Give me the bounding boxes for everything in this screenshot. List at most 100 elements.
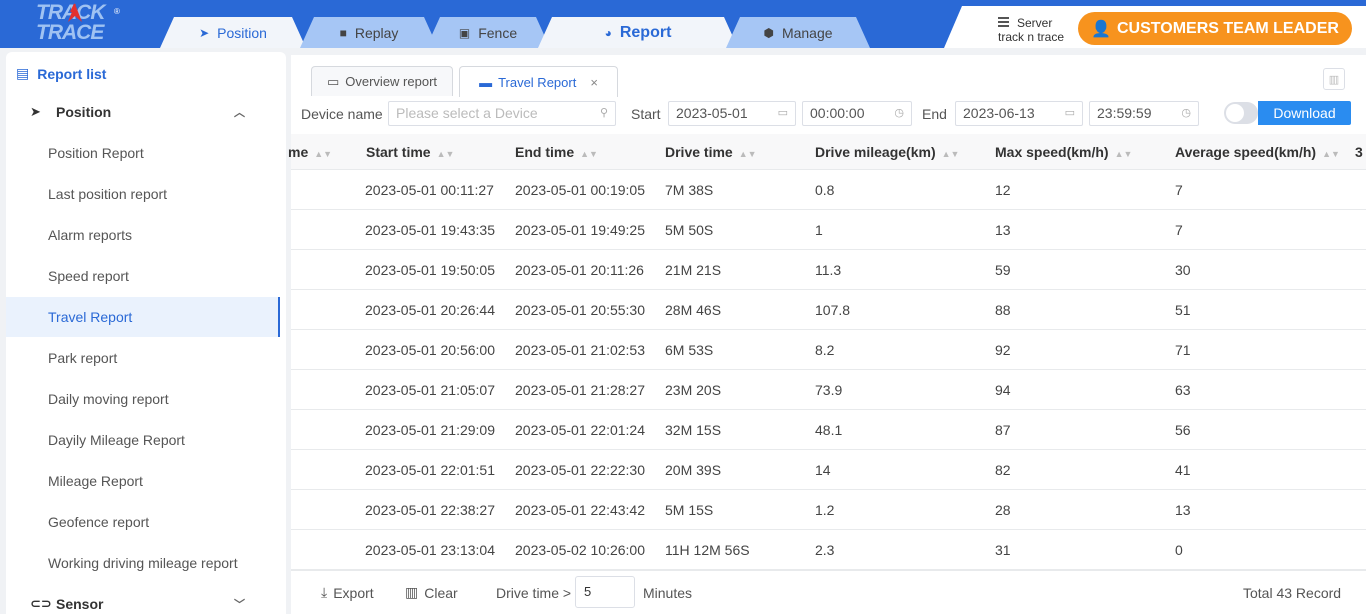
cell-average-speed: 13 <box>1175 502 1191 518</box>
table-row[interactable]: 2023-05-01 20:26:44 2023-05-01 20:55:30 28… <box>291 290 1366 330</box>
fence-icon: ▣ <box>458 25 471 40</box>
cell-start-time: 2023-05-01 21:29:09 <box>365 422 495 438</box>
cell-end-time: 2023-05-01 22:22:30 <box>515 462 645 478</box>
sidebar-item-daily-mileage-report[interactable]: Dayily Mileage Report <box>6 420 280 460</box>
tab-report[interactable]: ◕ Report <box>538 17 738 48</box>
calendar-icon: ▭ <box>777 107 788 119</box>
auto-toggle-switch[interactable] <box>1224 102 1258 124</box>
table-row[interactable]: 2023-05-01 00:11:27 2023-05-01 00:19:05 7M… <box>291 170 1366 210</box>
sidebar-item-alarm-reports[interactable]: Alarm reports <box>6 215 280 255</box>
sort-icon: ▲▼ <box>580 149 598 159</box>
sidebar-item-park-report[interactable]: Park report <box>6 338 280 378</box>
tab-manage-label: Manage <box>781 24 833 41</box>
column-header-average-speed[interactable]: Average speed(km/h) ▲▼ <box>1175 134 1340 170</box>
sidebar-item-position-report[interactable]: Position Report <box>6 133 280 173</box>
close-icon[interactable]: × <box>590 75 598 90</box>
table-header: me ▲▼ Start time ▲▼ End time ▲▼ Drive time ▲… <box>288 134 1366 170</box>
export-button-label: Export <box>333 584 374 601</box>
chevron-down-icon: ﹀ <box>234 599 245 611</box>
top-header: TRACK TRACE ® ➤ Position ■ Replay ▣ Fenc… <box>0 0 1366 48</box>
sidebar-item-speed-report[interactable]: Speed report <box>6 256 280 296</box>
end-time-input[interactable]: 23:59:59 ◷ <box>1089 101 1199 126</box>
end-date-input[interactable]: 2023-06-13 ▭ <box>955 101 1083 126</box>
table-row[interactable]: 2023-05-01 20:56:00 2023-05-01 21:02:53 6M… <box>291 330 1366 370</box>
cell-start-time: 2023-05-01 23:13:04 <box>365 542 495 558</box>
sidebar-item-daily-moving-report[interactable]: Daily moving report <box>6 379 280 419</box>
column-header-drive-time[interactable]: Drive time ▲▼ <box>665 134 757 170</box>
cell-max-speed: 12 <box>995 182 1011 198</box>
sidebar-item-last-position-report[interactable]: Last position report <box>6 174 280 214</box>
end-time-value: 23:59:59 <box>1097 105 1152 121</box>
column-header-name[interactable]: me ▲▼ <box>288 134 332 170</box>
download-icon: ⤓ <box>321 584 328 600</box>
start-time-value: 00:00:00 <box>810 105 865 121</box>
table-row[interactable]: 2023-05-01 22:01:51 2023-05-01 22:22:30 20… <box>291 450 1366 490</box>
list-icon: ▤ <box>16 65 30 81</box>
cell-end-time: 2023-05-02 10:26:00 <box>515 542 645 558</box>
sort-icon: ▲▼ <box>436 149 455 159</box>
sidebar-item-travel-report[interactable]: Travel Report <box>6 297 280 337</box>
cell-average-speed: 71 <box>1175 342 1191 358</box>
tab-position[interactable]: ➤ Position <box>160 17 306 48</box>
cell-end-time: 2023-05-01 22:43:42 <box>515 502 645 518</box>
calendar-icon: ▭ <box>1064 107 1075 119</box>
cell-end-time: 2023-05-01 20:11:26 <box>515 262 644 278</box>
column-header-drive-mileage[interactable]: Drive mileage(km) ▲▼ <box>815 134 959 170</box>
table-row[interactable]: 2023-05-01 23:13:04 2023-05-02 10:26:00 11… <box>291 530 1366 570</box>
clear-button[interactable]: ▥ Clear <box>405 584 458 601</box>
device-select-input[interactable]: Please select a Device ⚲ <box>388 101 616 126</box>
start-time-input[interactable]: 00:00:00 ◷ <box>802 101 912 126</box>
cell-max-speed: 88 <box>995 302 1011 318</box>
cell-average-speed: 7 <box>1175 182 1183 198</box>
end-date-value: 2023-06-13 <box>963 105 1035 121</box>
tab-fence-label: Fence <box>478 24 518 41</box>
cell-start-time: 2023-05-01 21:05:07 <box>365 382 495 398</box>
cell-drive-time: 28M 46S <box>665 302 722 318</box>
column-header-end-time[interactable]: End time ▲▼ <box>515 134 598 170</box>
table-row[interactable]: 2023-05-01 21:05:07 2023-05-01 21:28:27 23… <box>291 370 1366 410</box>
delete-button[interactable]: ▥ <box>1323 68 1345 90</box>
tab-overview-report-label: Overview report <box>345 74 438 89</box>
sort-icon: ▲▼ <box>738 149 757 159</box>
sidebar-group-position[interactable]: ➤ Position ︿ <box>6 97 286 127</box>
tab-travel-report[interactable]: ▬ Travel Report × <box>459 66 618 97</box>
export-button[interactable]: ⤓ Export <box>321 584 374 601</box>
column-header-start-time[interactable]: Start time ▲▼ <box>366 134 454 170</box>
sidebar-item-mileage-report[interactable]: Mileage Report <box>6 461 280 501</box>
cell-start-time: 2023-05-01 19:43:35 <box>365 222 495 238</box>
start-date-input[interactable]: 2023-05-01 ▭ <box>668 101 796 126</box>
drive-time-filter-label: Drive time > <box>496 585 572 601</box>
sidebar-item-working-driving-mileage-report[interactable]: Working driving mileage report <box>6 543 280 583</box>
cube-icon: ⬢ <box>763 25 774 40</box>
cell-max-speed: 87 <box>995 422 1011 438</box>
sidebar-item-geofence-report[interactable]: Geofence report <box>6 502 280 542</box>
table-row[interactable]: 2023-05-01 22:38:27 2023-05-01 22:43:42 5M… <box>291 490 1366 530</box>
tab-fence[interactable]: ▣ Fence <box>426 17 550 48</box>
trash-icon: ▥ <box>405 584 419 600</box>
table-row[interactable]: 2023-05-01 21:29:09 2023-05-01 22:01:24 32… <box>291 410 1366 450</box>
cell-drive-mileage: 8.2 <box>815 342 835 358</box>
column-header-truncated[interactable]: 3 <box>1355 134 1363 170</box>
table-row[interactable]: 2023-05-01 19:50:05 2023-05-01 20:11:26 21… <box>291 250 1366 290</box>
table-row[interactable]: 2023-05-01 19:43:35 2023-05-01 19:49:25 5M… <box>291 210 1366 250</box>
sidebar-group-sensor[interactable]: ⊂⊃ Sensor ﹀ <box>6 589 286 614</box>
cell-drive-mileage: 0.8 <box>815 182 835 198</box>
report-sidebar: ▤ Report list ➤ Position ︿ Position Repo… <box>6 52 286 614</box>
cell-end-time: 2023-05-01 20:55:30 <box>515 302 645 318</box>
sort-icon: ▲▼ <box>314 149 333 159</box>
user-menu-button[interactable]: 👤 CUSTOMERS TEAM LEADER <box>1078 12 1352 45</box>
cell-average-speed: 0 <box>1175 542 1183 558</box>
cell-average-speed: 7 <box>1175 222 1183 238</box>
cell-drive-mileage: 73.9 <box>815 382 843 398</box>
tab-overview-report[interactable]: ▭ Overview report <box>311 66 453 96</box>
drive-time-minutes-input[interactable]: 5 <box>575 576 635 608</box>
cell-average-speed: 56 <box>1175 422 1191 438</box>
download-button[interactable]: Download <box>1258 101 1351 125</box>
logo-registered-mark: ® <box>114 7 120 16</box>
cell-end-time: 2023-05-01 21:02:53 <box>515 342 645 358</box>
cell-end-time: 2023-05-01 00:19:05 <box>515 182 645 198</box>
cell-drive-mileage: 1 <box>815 222 823 238</box>
tab-manage[interactable]: ⬢ Manage <box>726 17 870 48</box>
column-header-max-speed[interactable]: Max speed(km/h) ▲▼ <box>995 134 1132 170</box>
tab-replay[interactable]: ■ Replay <box>300 17 438 48</box>
